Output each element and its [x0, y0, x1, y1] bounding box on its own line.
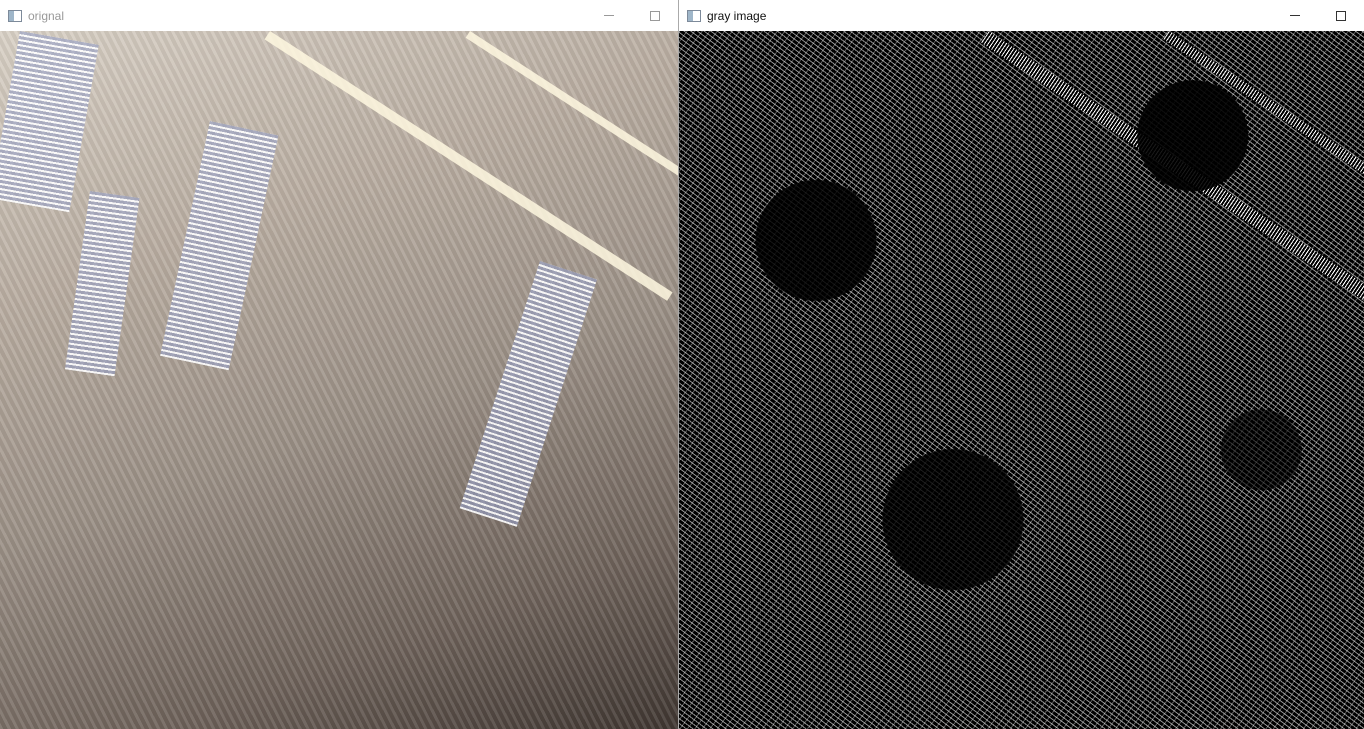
maximize-button[interactable]	[1318, 0, 1364, 31]
original-window: orignal	[0, 0, 678, 729]
lit-pillar	[0, 31, 99, 213]
edge-ceiling-strip	[981, 31, 1364, 300]
lit-pillar	[64, 191, 140, 377]
ceiling-light-strip	[264, 31, 673, 301]
lit-pillar	[160, 121, 279, 371]
original-window-title: orignal	[28, 8, 65, 23]
minimize-button[interactable]	[1272, 0, 1318, 31]
minimize-icon	[604, 15, 614, 16]
gray-window-title: gray image	[707, 8, 767, 23]
window-app-icon	[687, 9, 701, 22]
gray-window-titlebar[interactable]: gray image	[679, 0, 1364, 31]
maximize-icon	[1336, 10, 1346, 21]
original-window-titlebar[interactable]: orignal	[0, 0, 678, 31]
original-image	[0, 31, 678, 729]
maximize-button[interactable]	[632, 0, 678, 31]
minimize-button[interactable]	[586, 0, 632, 31]
edge-ceiling-strip	[1163, 31, 1364, 208]
gray-image-window: gray image	[678, 0, 1364, 729]
minimize-icon	[1290, 15, 1300, 16]
window-app-icon	[8, 9, 22, 22]
maximize-icon	[650, 10, 660, 21]
lit-pillar	[459, 261, 598, 527]
gray-edge-image	[679, 31, 1364, 729]
